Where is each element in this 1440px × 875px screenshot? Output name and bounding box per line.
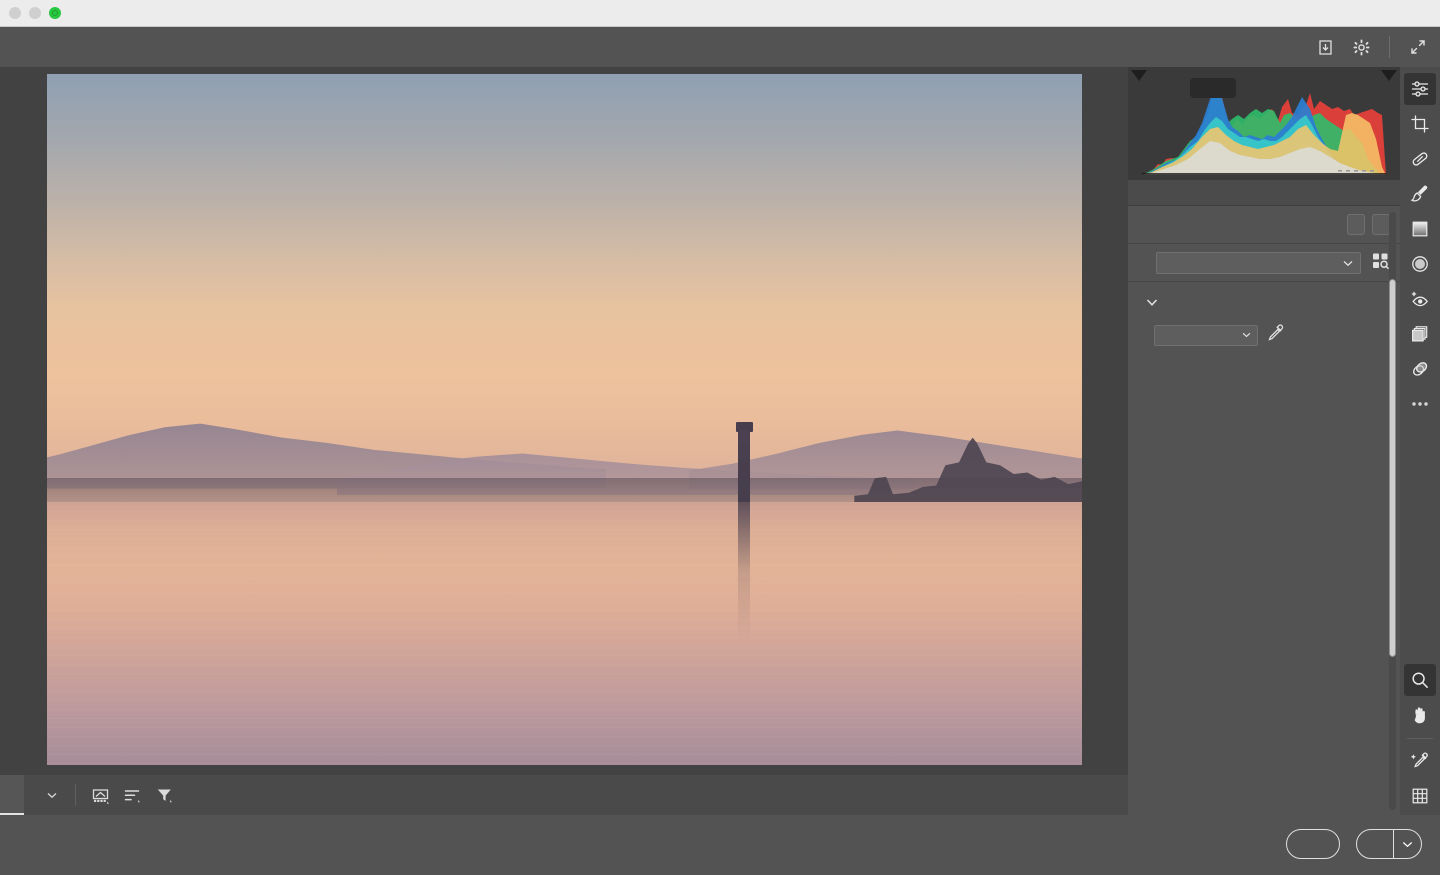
basic-sliders-area[interactable] [1128, 282, 1400, 813]
more-options-tool[interactable] [1404, 388, 1436, 420]
white-balance-eyedropper-icon[interactable] [1266, 323, 1284, 347]
zoom-maximize-button[interactable] [49, 7, 61, 19]
white-balance-select[interactable] [1154, 324, 1258, 346]
raw-photo-preview[interactable] [47, 74, 1082, 765]
settings-gear-icon[interactable] [1349, 35, 1373, 59]
snapshots-tool[interactable] [1404, 318, 1436, 350]
filmstrip-toggle-icon[interactable] [87, 782, 113, 808]
app-header [0, 27, 1440, 67]
graduated-filter-tool[interactable] [1404, 213, 1436, 245]
traffic-lights [0, 7, 61, 19]
histogram-panel[interactable] [1128, 67, 1400, 180]
chevron-down-icon[interactable] [47, 788, 57, 802]
healing-spot-removal-tool[interactable] [1404, 143, 1436, 175]
tool-rail [1400, 67, 1440, 815]
adjustment-brush-tool[interactable] [1404, 178, 1436, 210]
hand-tool[interactable] [1404, 699, 1436, 731]
histogram-graph [1142, 81, 1386, 175]
zoom-tool[interactable] [1404, 664, 1436, 696]
profile-browser-icon[interactable] [1371, 251, 1390, 275]
minimize-button[interactable] [29, 7, 41, 19]
exif-row [1128, 180, 1400, 206]
profile-select[interactable] [1156, 251, 1361, 274]
basic-section-header[interactable] [1146, 286, 1382, 318]
zoom-fit-button[interactable] [0, 775, 24, 815]
radial-filter-tool[interactable] [1404, 248, 1436, 280]
open-copy-button[interactable] [1357, 830, 1393, 858]
presets-tool[interactable] [1404, 353, 1436, 385]
red-eye-removal-tool[interactable] [1404, 283, 1436, 315]
footer-bar [0, 815, 1440, 875]
done-button[interactable] [1286, 829, 1340, 859]
camera-raw-window [0, 0, 1440, 875]
footer-actions [1270, 829, 1422, 859]
filter-icon[interactable] [151, 782, 177, 808]
save-download-icon[interactable] [1313, 35, 1337, 59]
window-titlebar [0, 0, 1440, 27]
white-balance-row [1146, 320, 1382, 350]
chevron-down-icon [1242, 329, 1251, 341]
sort-order-icon[interactable] [119, 782, 145, 808]
photo-city-lights [47, 74, 1082, 765]
close-button[interactable] [9, 7, 21, 19]
tool-rail-divider [1407, 738, 1433, 739]
fullscreen-expand-icon[interactable] [1406, 35, 1430, 59]
header-icon-group [1313, 35, 1430, 59]
rgb-readout [1190, 78, 1236, 98]
panel-scrollbar-thumb[interactable] [1389, 279, 1396, 657]
bw-button[interactable] [1372, 214, 1390, 235]
header-divider [1389, 36, 1390, 58]
grid-overlay-tool[interactable] [1404, 780, 1436, 812]
open-copy-dropdown-button[interactable] [1393, 830, 1421, 858]
zoom-percent-button[interactable] [24, 775, 67, 815]
edit-sliders-tool[interactable] [1404, 73, 1436, 105]
chevron-down-icon [1343, 256, 1353, 270]
crop-tool[interactable] [1404, 108, 1436, 140]
toolbar-divider [75, 784, 76, 806]
edit-header-row [1128, 206, 1400, 244]
profile-row [1128, 244, 1400, 282]
open-copy-split-button [1356, 829, 1422, 859]
white-balance-tool[interactable] [1404, 745, 1436, 777]
auto-button[interactable] [1347, 214, 1365, 235]
edit-side-panel [1128, 67, 1400, 815]
chevron-down-icon [1146, 298, 1158, 306]
bottom-toolbar [0, 775, 1128, 815]
image-canvas[interactable] [0, 67, 1128, 775]
